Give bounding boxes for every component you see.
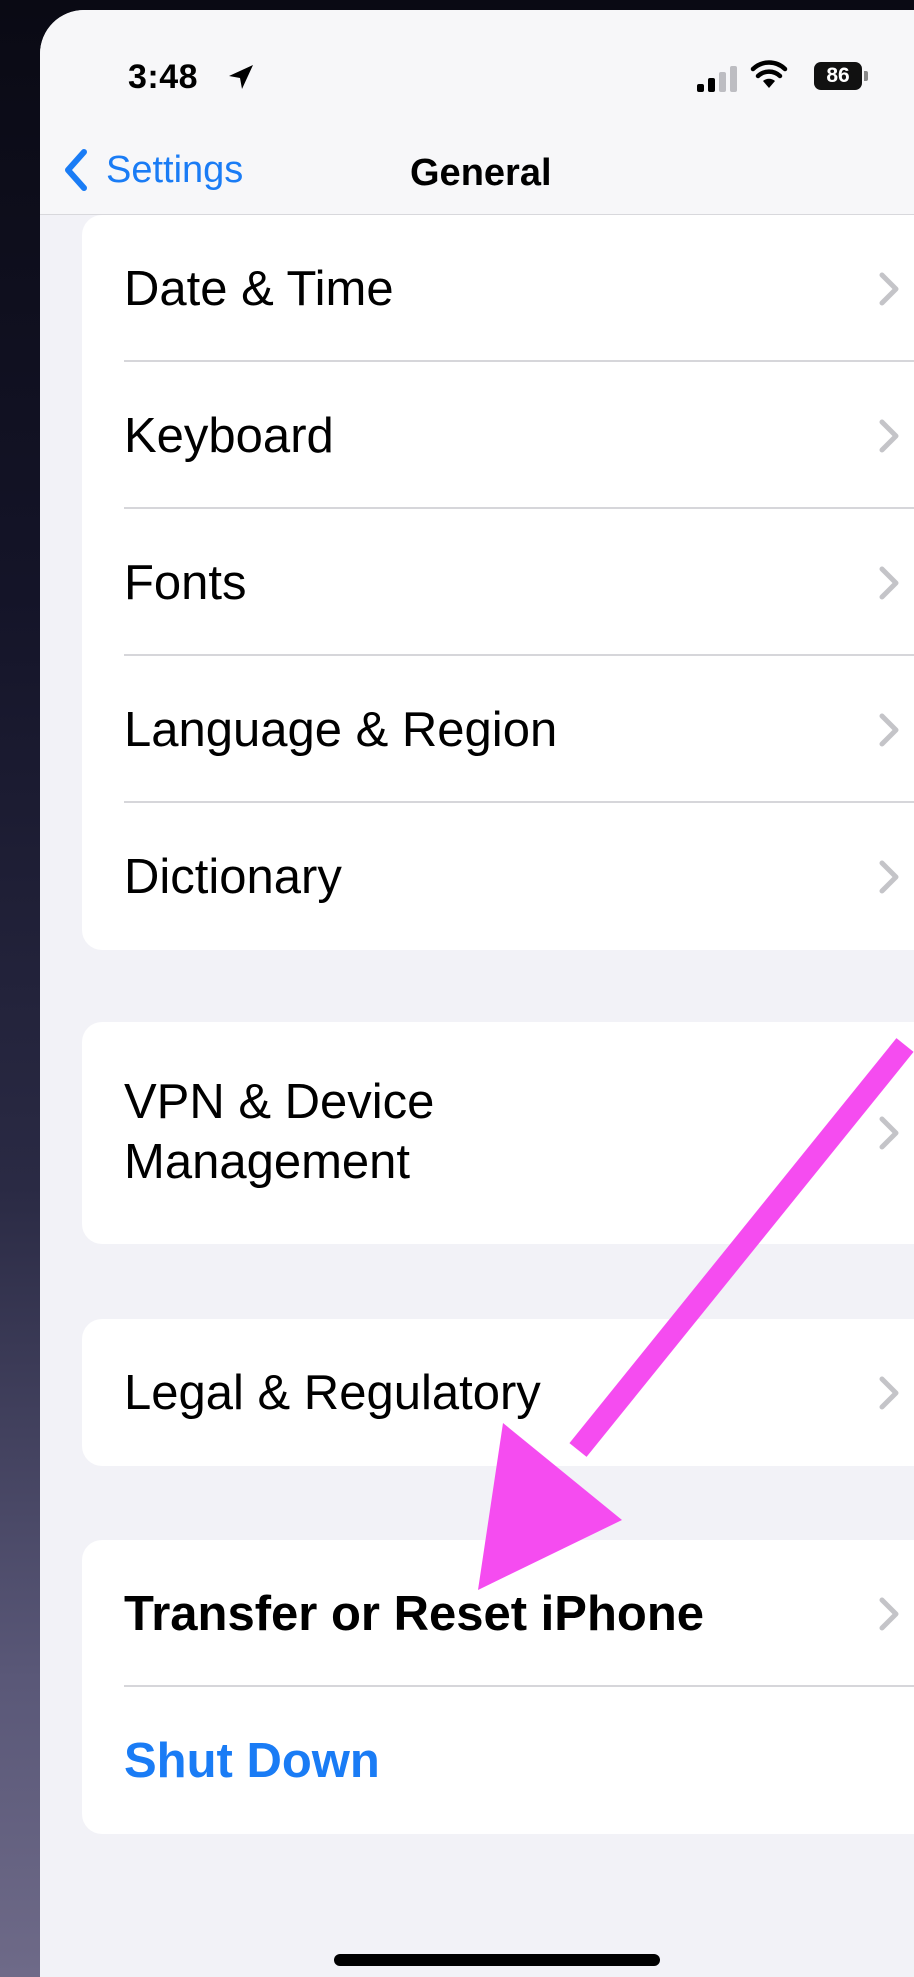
row-language-region[interactable]: Language & Region [82, 656, 914, 803]
row-transfer-reset-iphone[interactable]: Transfer or Reset iPhone [82, 1540, 914, 1687]
chevron-right-icon [879, 272, 899, 305]
cellular-signal-icon [697, 66, 737, 92]
status-time: 3:48 [128, 58, 199, 96]
chevron-left-icon [65, 149, 87, 191]
row-label: Legal & Regulatory [124, 1365, 541, 1420]
home-indicator [334, 1954, 660, 1966]
row-label: VPN & Device Management [124, 1072, 434, 1192]
battery-icon: 86 [814, 62, 868, 90]
chevron-right-icon [879, 1116, 899, 1150]
battery-level: 86 [814, 62, 862, 90]
row-vpn-device-management[interactable]: VPN & Device Management [82, 1022, 914, 1244]
chevron-right-icon [879, 1597, 899, 1630]
row-label: Keyboard [124, 408, 334, 463]
row-label: Language & Region [124, 702, 558, 757]
row-label: Date & Time [124, 261, 394, 316]
row-fonts[interactable]: Fonts [82, 509, 914, 656]
row-label-line2: Management [124, 1135, 411, 1189]
row-label: Transfer or Reset iPhone [124, 1586, 705, 1641]
chevron-right-icon [879, 566, 899, 599]
settings-group-legal: Legal & Regulatory [82, 1319, 914, 1466]
navigation-bar: Settings General [40, 130, 914, 215]
back-button[interactable]: Settings [62, 140, 243, 200]
back-label: Settings [106, 148, 244, 191]
row-keyboard[interactable]: Keyboard [82, 362, 914, 509]
row-label: Dictionary [124, 849, 342, 904]
chevron-right-icon [879, 1376, 899, 1409]
chevron-right-icon [879, 419, 899, 452]
phone-screen: 3:48 86 Settings General Date & Time Key… [40, 10, 914, 1977]
page-title: General [410, 152, 552, 194]
row-date-time[interactable]: Date & Time [82, 215, 914, 362]
wifi-icon [750, 60, 788, 88]
status-bar: 3:48 86 [40, 10, 914, 130]
row-shut-down[interactable]: Shut Down [82, 1687, 914, 1834]
row-legal-regulatory[interactable]: Legal & Regulatory [82, 1319, 914, 1466]
settings-group-reset: Transfer or Reset iPhone Shut Down [82, 1540, 914, 1834]
row-label: Fonts [124, 555, 247, 610]
location-arrow-icon [229, 65, 253, 89]
row-dictionary[interactable]: Dictionary [82, 803, 914, 950]
battery-tip [864, 71, 868, 81]
shut-down-button: Shut Down [124, 1733, 380, 1788]
chevron-right-icon [879, 713, 899, 746]
settings-group-vpn: VPN & Device Management [82, 1022, 914, 1244]
settings-group-general: Date & Time Keyboard Fonts Language & Re… [82, 215, 914, 950]
row-label-line1: VPN & Device [124, 1075, 435, 1129]
chevron-right-icon [879, 860, 899, 893]
